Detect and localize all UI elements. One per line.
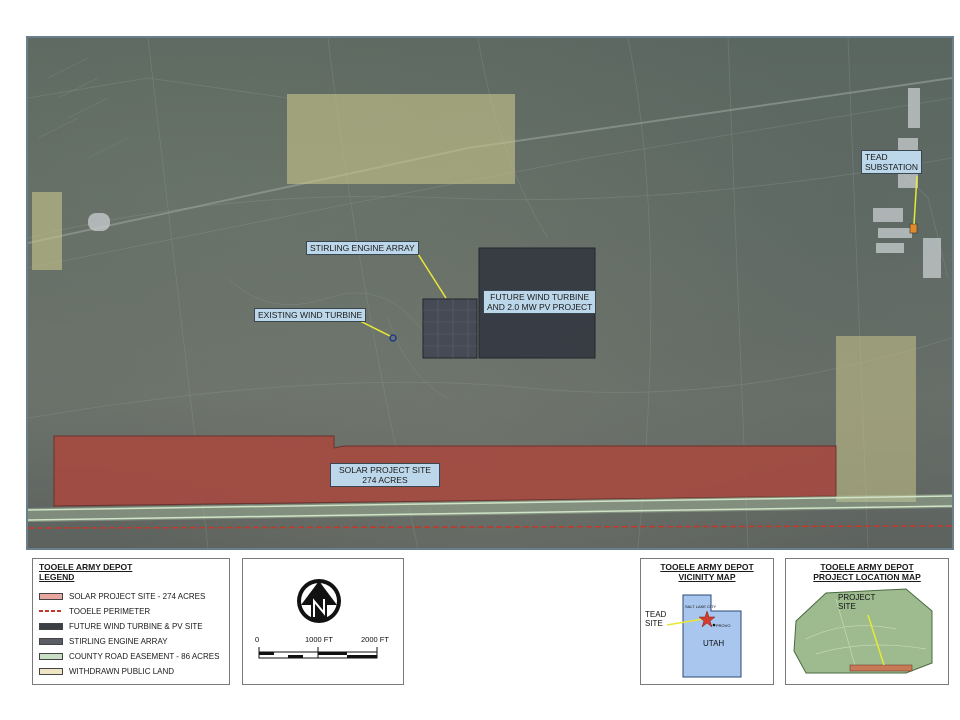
legend-label: TOOELE PERIMETER — [69, 606, 151, 616]
future-wind-pv-label: FUTURE WIND TURBINE AND 2.0 MW PV PROJEC… — [483, 290, 597, 314]
legend-label: FUTURE WIND TURBINE & PV SITE — [69, 621, 203, 631]
salt-lake-city-label: SALT LAKE CITY — [685, 604, 717, 609]
vicinity-map-panel: TOOELE ARMY DEPOT VICINITY MAP TEAD SITE… — [640, 558, 774, 685]
legend-item: COUNTY ROAD EASEMENT - 86 ACRES — [39, 651, 219, 661]
scale-graphic — [258, 579, 378, 659]
legend-swatch — [39, 622, 63, 630]
utah-label: UTAH — [703, 639, 725, 648]
legend-item: WITHDRAWN PUBLIC LAND — [39, 666, 174, 676]
scale-tick-0: 0 — [255, 635, 260, 644]
legend-item: FUTURE WIND TURBINE & PV SITE — [39, 621, 203, 631]
scale-tick-2000: 2000 FT — [361, 635, 389, 644]
legend-swatch — [39, 592, 63, 600]
existing-wind-turbine-marker — [389, 334, 397, 342]
stirling-engine-array-label: STIRLING ENGINE ARRAY — [306, 241, 419, 255]
scale-bar — [258, 647, 378, 659]
legend-swatch — [39, 637, 63, 645]
location-map-panel: TOOELE ARMY DEPOT PROJECT LOCATION MAP P… — [785, 558, 949, 685]
legend-label: WITHDRAWN PUBLIC LAND — [69, 666, 175, 676]
solar-project-site-area — [53, 435, 837, 507]
depot-outline — [793, 588, 933, 674]
legend-swatch — [39, 667, 63, 675]
legend-swatch — [39, 610, 63, 612]
legend-label: COUNTY ROAD EASEMENT - 86 ACRES — [69, 651, 220, 661]
solar-project-site-label: SOLAR PROJECT SITE 274 ACRES — [330, 463, 440, 487]
vicinity-tead-site-label: TEAD SITE — [645, 610, 667, 628]
withdrawn-land-top — [287, 94, 515, 184]
tooele-perimeter-line — [28, 525, 952, 529]
legend-item: STIRLING ENGINE ARRAY — [39, 636, 168, 646]
provo-label: PROVO — [716, 623, 731, 628]
withdrawn-land-right — [836, 336, 916, 502]
solar-site-mini — [849, 664, 913, 672]
tead-substation-label: TEAD SUBSTATION — [861, 150, 923, 174]
legend-label: SOLAR PROJECT SITE - 274 ACRES — [69, 591, 206, 601]
tead-substation-marker — [909, 223, 918, 234]
stirling-engine-array-area — [422, 298, 478, 359]
legend-label: STIRLING ENGINE ARRAY — [69, 636, 168, 646]
legend-item: SOLAR PROJECT SITE - 274 ACRES — [39, 591, 205, 601]
north-arrow-icon — [297, 579, 341, 623]
legend-panel: TOOELE ARMY DEPOT LEGEND SOLAR PROJECT S… — [32, 558, 230, 685]
legend-swatch — [39, 652, 63, 660]
legend-title: TOOELE ARMY DEPOT LEGEND — [39, 562, 133, 582]
existing-wind-turbine-label: EXISTING WIND TURBINE — [254, 308, 367, 322]
legend-item: TOOELE PERIMETER — [39, 606, 150, 616]
scale-tick-1000: 1000 FT — [305, 635, 333, 644]
project-site-label: PROJECT SITE — [838, 593, 876, 611]
withdrawn-land-left — [32, 192, 62, 270]
aerial-map: TEAD SUBSTATION STIRLING ENGINE ARRAY FU… — [26, 36, 954, 550]
scale-panel: 0 1000 FT 2000 FT — [242, 558, 404, 685]
